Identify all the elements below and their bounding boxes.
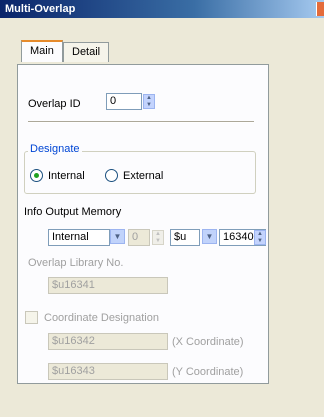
memory-dropdown-icon[interactable]: ▼ [110,229,125,244]
tab-detail-label: Detail [72,46,101,58]
device-select-value: $u [174,231,187,243]
coordinate-designation-label: Coordinate Designation [44,312,159,324]
y-coordinate-label: (Y Coordinate) [172,366,244,378]
overlap-id-label: Overlap ID [28,98,81,110]
radio-internal-label: Internal [48,170,85,182]
info-output-memory-label: Info Output Memory [24,206,122,218]
coordinate-designation-checkbox[interactable] [25,311,38,324]
channel-spinner-icon[interactable]: ▲ ▼ [152,230,164,245]
x-coordinate-input[interactable]: $u16342 [48,333,168,350]
memory-select-value: Internal [52,231,89,243]
y-coordinate-input[interactable]: $u16343 [48,363,168,380]
tab-detail[interactable]: Detail [63,42,110,62]
radio-external[interactable] [105,169,118,182]
address-spinner-icon[interactable]: ▲ ▼ [254,230,266,245]
main-tab-page: Overlap ID 0 ▲ ▼ Designate Internal Exter… [17,64,269,384]
overlap-library-label: Overlap Library No. [28,257,124,269]
memory-select[interactable]: Internal [48,229,110,246]
dialog-body: Main Detail Overlap ID 0 ▲ ▼ Designate In… [5,18,324,417]
radio-external-label: External [123,170,164,182]
channel-input[interactable]: 0 [128,229,150,246]
overlap-library-input[interactable]: $u16341 [48,277,168,294]
x-coordinate-label: (X Coordinate) [172,336,244,348]
tab-main-label: Main [30,45,54,57]
overlap-id-input[interactable]: 0 [106,93,142,110]
device-dropdown-icon[interactable]: ▼ [202,229,217,244]
tab-main[interactable]: Main [21,40,63,62]
divider [28,121,254,123]
close-icon[interactable] [316,2,324,16]
radio-internal[interactable] [30,169,43,182]
overlap-id-spinner-icon[interactable]: ▲ ▼ [143,94,155,109]
radio-selected-dot [34,173,39,178]
designate-group-title: Designate [28,143,82,155]
title-bar: Multi-Overlap [0,0,324,18]
device-select[interactable]: $u [170,229,200,246]
window-title: Multi-Overlap [5,3,76,15]
